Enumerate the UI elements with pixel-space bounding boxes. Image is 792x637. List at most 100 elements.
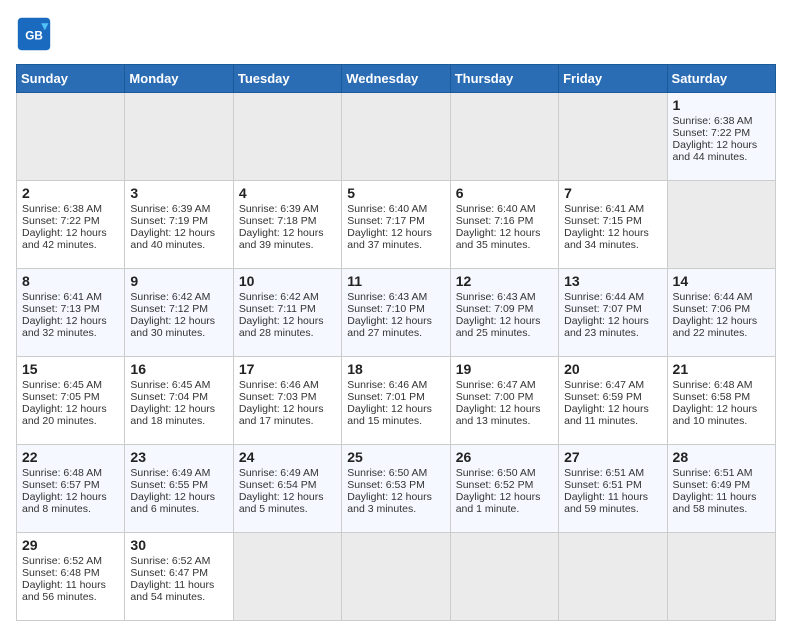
day-number: 29 (22, 537, 119, 553)
day-info: Daylight: 12 hours (130, 403, 227, 415)
day-info: Sunset: 6:51 PM (564, 479, 661, 491)
day-info: and 58 minutes. (673, 503, 770, 515)
calendar-cell: 19Sunrise: 6:47 AMSunset: 7:00 PMDayligh… (450, 357, 558, 445)
calendar-week-6: 29Sunrise: 6:52 AMSunset: 6:48 PMDayligh… (17, 533, 776, 621)
calendar-cell: 9Sunrise: 6:42 AMSunset: 7:12 PMDaylight… (125, 269, 233, 357)
day-number: 11 (347, 273, 444, 289)
day-info: Sunrise: 6:40 AM (456, 203, 553, 215)
day-info: Daylight: 12 hours (456, 403, 553, 415)
day-info: Sunset: 7:07 PM (564, 303, 661, 315)
day-info: Sunset: 6:58 PM (673, 391, 770, 403)
day-info: Sunrise: 6:49 AM (239, 467, 336, 479)
calendar-cell (233, 93, 341, 181)
day-info: and 39 minutes. (239, 239, 336, 251)
logo: GB (16, 16, 56, 52)
day-header-wednesday: Wednesday (342, 65, 450, 93)
day-info: Daylight: 12 hours (456, 491, 553, 503)
day-info: and 22 minutes. (673, 327, 770, 339)
day-info: Sunrise: 6:38 AM (673, 115, 770, 127)
day-info: Daylight: 11 hours (130, 579, 227, 591)
day-info: Sunset: 6:59 PM (564, 391, 661, 403)
calendar-cell: 7 Sunrise: 6:41 AMSunset: 7:15 PMDaylight… (559, 181, 667, 269)
day-number: 14 (673, 273, 770, 289)
day-number: 16 (130, 361, 227, 377)
day-info: and 37 minutes. (347, 239, 444, 251)
day-info: Sunrise: 6:49 AM (130, 467, 227, 479)
day-info: Daylight: 12 hours (347, 491, 444, 503)
day-info: and 18 minutes. (130, 415, 227, 427)
day-info: Sunset: 7:22 PM (22, 215, 119, 227)
day-info: Sunset: 7:00 PM (456, 391, 553, 403)
day-info: Sunrise: 6:43 AM (347, 291, 444, 303)
day-info: Sunrise: 6:46 AM (347, 379, 444, 391)
calendar-cell: 30Sunrise: 6:52 AMSunset: 6:47 PMDayligh… (125, 533, 233, 621)
day-info: Daylight: 12 hours (130, 227, 227, 239)
day-number: 8 (22, 273, 119, 289)
day-info: Sunrise: 6:45 AM (130, 379, 227, 391)
day-info: Sunrise: 6:48 AM (22, 467, 119, 479)
calendar-cell: 5Sunrise: 6:40 AMSunset: 7:17 PMDaylight… (342, 181, 450, 269)
calendar-cell (667, 533, 775, 621)
day-number: 7 (564, 185, 661, 201)
day-info: Daylight: 12 hours (347, 315, 444, 327)
calendar-week-1: 1Sunrise: 6:38 AMSunset: 7:22 PMDaylight… (17, 93, 776, 181)
calendar-cell: 1Sunrise: 6:38 AMSunset: 7:22 PMDaylight… (667, 93, 775, 181)
calendar-week-5: 22Sunrise: 6:48 AMSunset: 6:57 PMDayligh… (17, 445, 776, 533)
day-info: Sunrise: 6:51 AM (673, 467, 770, 479)
day-info: Sunset: 7:17 PM (347, 215, 444, 227)
calendar-cell: 24Sunrise: 6:49 AMSunset: 6:54 PMDayligh… (233, 445, 341, 533)
day-info: Daylight: 12 hours (564, 227, 661, 239)
calendar-cell (233, 533, 341, 621)
day-info: Daylight: 12 hours (239, 315, 336, 327)
day-info: Daylight: 12 hours (22, 315, 119, 327)
day-info: and 3 minutes. (347, 503, 444, 515)
day-info: Sunrise: 6:39 AM (239, 203, 336, 215)
day-info: Sunrise: 6:52 AM (130, 555, 227, 567)
day-info: Sunset: 6:48 PM (22, 567, 119, 579)
day-number: 20 (564, 361, 661, 377)
day-info: and 30 minutes. (130, 327, 227, 339)
day-info: and 59 minutes. (564, 503, 661, 515)
day-info: Daylight: 12 hours (673, 315, 770, 327)
day-info: Daylight: 12 hours (456, 315, 553, 327)
day-header-saturday: Saturday (667, 65, 775, 93)
day-info: Sunrise: 6:47 AM (456, 379, 553, 391)
calendar-header-row: SundayMondayTuesdayWednesdayThursdayFrid… (17, 65, 776, 93)
day-info: Sunrise: 6:52 AM (22, 555, 119, 567)
day-info: and 42 minutes. (22, 239, 119, 251)
day-number: 18 (347, 361, 444, 377)
day-info: Sunset: 7:09 PM (456, 303, 553, 315)
day-info: Sunrise: 6:50 AM (456, 467, 553, 479)
day-info: Sunset: 7:01 PM (347, 391, 444, 403)
day-info: Daylight: 11 hours (564, 491, 661, 503)
day-info: and 54 minutes. (130, 591, 227, 603)
day-info: Sunset: 7:05 PM (22, 391, 119, 403)
day-info: Daylight: 12 hours (239, 403, 336, 415)
day-info: Daylight: 11 hours (673, 491, 770, 503)
calendar-cell: 15Sunrise: 6:45 AMSunset: 7:05 PMDayligh… (17, 357, 125, 445)
day-info: Daylight: 12 hours (22, 227, 119, 239)
day-info: Daylight: 12 hours (564, 315, 661, 327)
day-number: 13 (564, 273, 661, 289)
day-number: 10 (239, 273, 336, 289)
day-info: and 34 minutes. (564, 239, 661, 251)
day-info: Daylight: 12 hours (22, 491, 119, 503)
day-number: 26 (456, 449, 553, 465)
day-info: Sunrise: 6:41 AM (564, 203, 661, 215)
day-number: 15 (22, 361, 119, 377)
day-info: Daylight: 12 hours (130, 491, 227, 503)
day-number: 25 (347, 449, 444, 465)
calendar-cell: 8Sunrise: 6:41 AMSunset: 7:13 PMDaylight… (17, 269, 125, 357)
day-header-monday: Monday (125, 65, 233, 93)
day-number: 28 (673, 449, 770, 465)
calendar-cell: 26Sunrise: 6:50 AMSunset: 6:52 PMDayligh… (450, 445, 558, 533)
calendar-cell: 10Sunrise: 6:42 AMSunset: 7:11 PMDayligh… (233, 269, 341, 357)
day-info: Sunset: 7:15 PM (564, 215, 661, 227)
day-number: 30 (130, 537, 227, 553)
calendar-cell (450, 533, 558, 621)
day-info: and 11 minutes. (564, 415, 661, 427)
calendar-cell (125, 93, 233, 181)
day-number: 4 (239, 185, 336, 201)
day-info: Daylight: 12 hours (22, 403, 119, 415)
day-info: Sunset: 7:04 PM (130, 391, 227, 403)
